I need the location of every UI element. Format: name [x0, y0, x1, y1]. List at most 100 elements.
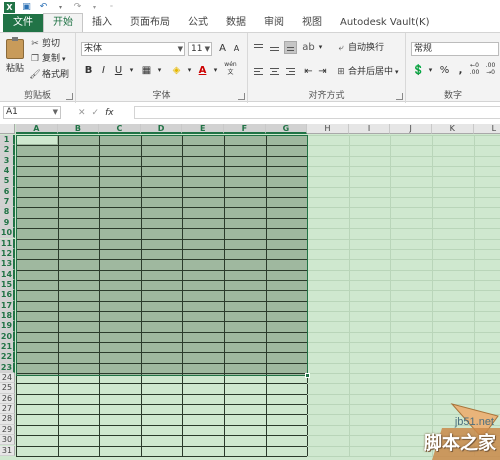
tab-page-layout[interactable]: 页面布局: [121, 14, 179, 32]
formula-input[interactable]: [134, 106, 500, 119]
wrap-text-button[interactable]: ⤶ 自动换行: [336, 42, 384, 55]
column-header[interactable]: A: [16, 124, 58, 134]
active-cell[interactable]: [17, 136, 57, 144]
row-header[interactable]: 13: [0, 259, 15, 270]
phonetic-button[interactable]: wén 文: [224, 61, 237, 76]
decrease-indent-icon[interactable]: ⇤: [302, 65, 315, 78]
underline-button[interactable]: U: [112, 64, 125, 77]
customize-qat-icon[interactable]: ⁼: [106, 2, 117, 13]
font-size-select[interactable]: 11 ▼: [188, 42, 212, 56]
row-header[interactable]: 11: [0, 238, 15, 249]
copy-dropdown-icon[interactable]: ▾: [62, 53, 66, 66]
enter-icon[interactable]: ✓: [92, 108, 100, 118]
column-header[interactable]: L: [473, 124, 500, 134]
column-header[interactable]: J: [390, 124, 432, 134]
tab-autodesk-vault[interactable]: Autodesk Vault(K): [331, 14, 439, 32]
row-header[interactable]: 8: [0, 207, 15, 218]
orientation-dropdown-icon[interactable]: ▾: [314, 41, 327, 54]
row-header[interactable]: 14: [0, 269, 15, 280]
italic-button[interactable]: I: [97, 64, 110, 77]
column-header[interactable]: G: [265, 124, 308, 134]
accounting-dropdown-icon[interactable]: ▾: [424, 64, 437, 77]
number-format-select[interactable]: 常规: [411, 42, 499, 56]
row-header[interactable]: 7: [0, 197, 15, 208]
row-header[interactable]: 5: [0, 176, 15, 187]
comma-button[interactable]: ,: [454, 64, 467, 77]
row-header[interactable]: 28: [0, 414, 15, 425]
tab-review[interactable]: 审阅: [255, 14, 293, 32]
column-header[interactable]: E: [182, 124, 224, 134]
cancel-icon[interactable]: ✕: [78, 108, 86, 118]
alignment-launcher-icon[interactable]: [396, 93, 403, 100]
column-header[interactable]: I: [348, 124, 391, 134]
column-header[interactable]: B: [57, 124, 100, 134]
align-top-icon[interactable]: [252, 41, 265, 54]
undo-icon[interactable]: ↶: [38, 2, 49, 13]
row-header[interactable]: 20: [0, 331, 15, 342]
increase-indent-icon[interactable]: ⇥: [316, 65, 329, 78]
redo-dropdown-icon[interactable]: ▾: [89, 2, 100, 13]
align-right-icon[interactable]: [284, 65, 297, 78]
percent-button[interactable]: %: [438, 64, 451, 77]
align-bottom-icon[interactable]: [284, 41, 297, 54]
copy-button[interactable]: ❐ 复制 ▾: [30, 53, 66, 66]
tab-insert[interactable]: 插入: [83, 14, 121, 32]
merge-center-button[interactable]: ⊞ 合并后居中 ▾: [336, 66, 399, 79]
row-header[interactable]: 26: [0, 393, 15, 405]
bold-button[interactable]: B: [82, 64, 95, 77]
tab-data[interactable]: 数据: [217, 14, 255, 32]
underline-dropdown-icon[interactable]: ▾: [125, 64, 138, 77]
row-header[interactable]: 23: [0, 362, 15, 374]
clipboard-launcher-icon[interactable]: [66, 93, 73, 100]
select-all-corner[interactable]: [0, 124, 15, 134]
row-header[interactable]: 2: [0, 145, 15, 156]
paste-button[interactable]: 粘贴: [4, 37, 26, 81]
font-launcher-icon[interactable]: [238, 93, 245, 100]
row-header[interactable]: 29: [0, 424, 15, 436]
grow-font-button[interactable]: A: [216, 42, 229, 55]
row-header[interactable]: 18: [0, 310, 15, 322]
align-center-icon[interactable]: [268, 65, 281, 78]
font-color-icon[interactable]: A: [196, 64, 209, 77]
row-header[interactable]: 24: [0, 373, 15, 384]
increase-decimal-icon[interactable]: ←0.00: [468, 62, 481, 76]
tab-view[interactable]: 视图: [293, 14, 331, 32]
row-header[interactable]: 27: [0, 404, 15, 415]
format-painter-button[interactable]: 🖌 格式刷: [29, 69, 69, 82]
merge-dropdown-icon[interactable]: ▾: [395, 66, 399, 79]
column-header[interactable]: D: [140, 124, 183, 134]
row-header[interactable]: 4: [0, 166, 15, 177]
row-header[interactable]: 19: [0, 321, 15, 332]
fill-color-dropdown-icon[interactable]: ▾: [183, 64, 196, 77]
row-header[interactable]: 3: [0, 155, 15, 167]
fill-handle[interactable]: [305, 373, 310, 378]
row-header[interactable]: 9: [0, 217, 15, 229]
row-header[interactable]: 16: [0, 290, 15, 301]
column-header[interactable]: H: [307, 124, 349, 134]
align-middle-icon[interactable]: [268, 41, 281, 54]
row-header[interactable]: 10: [0, 228, 15, 239]
save-icon[interactable]: ▣: [21, 2, 32, 13]
insert-function-button[interactable]: fx: [105, 108, 114, 118]
tab-home[interactable]: 开始: [43, 13, 83, 32]
row-header[interactable]: 31: [0, 445, 15, 456]
row-header[interactable]: 21: [0, 342, 15, 353]
column-header[interactable]: C: [99, 124, 141, 134]
redo-icon[interactable]: ↷: [72, 2, 83, 13]
tab-file[interactable]: 文件: [3, 14, 43, 32]
font-name-select[interactable]: 宋体 ▼: [81, 42, 185, 56]
borders-dropdown-icon[interactable]: ▾: [153, 64, 166, 77]
align-left-icon[interactable]: [252, 65, 265, 78]
row-header[interactable]: 1: [0, 135, 15, 146]
row-header[interactable]: 22: [0, 352, 15, 363]
cut-button[interactable]: ✂ 剪切: [30, 38, 60, 51]
column-header[interactable]: F: [224, 124, 266, 134]
tab-formulas[interactable]: 公式: [179, 14, 217, 32]
borders-icon[interactable]: ▦: [140, 64, 153, 77]
shrink-font-button[interactable]: A: [230, 42, 243, 55]
row-header[interactable]: 15: [0, 279, 15, 291]
row-header[interactable]: 30: [0, 435, 15, 446]
row-header[interactable]: 25: [0, 383, 15, 394]
undo-dropdown-icon[interactable]: ▾: [55, 2, 66, 13]
decrease-decimal-icon[interactable]: .00 →0: [484, 62, 497, 76]
